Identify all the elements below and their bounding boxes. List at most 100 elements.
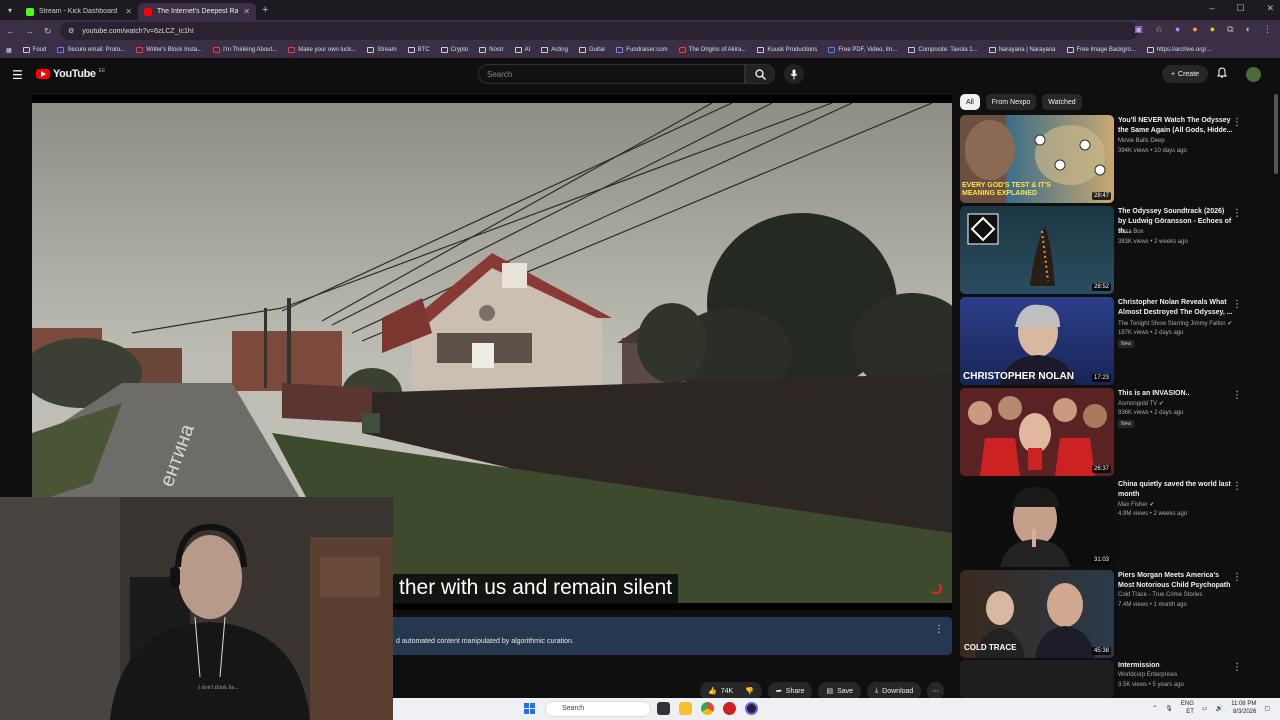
more-options-icon[interactable]: ⋮ [1232, 572, 1242, 583]
clock[interactable]: 11:08 PM 8/3/2026 [1231, 700, 1256, 716]
bookmark-item[interactable]: I'm Thinking About... [213, 47, 277, 53]
extension-icon[interactable]: ● [1192, 24, 1197, 35]
channel-name[interactable]: Worldcorp Enterprises [1118, 672, 1177, 678]
video-title[interactable]: Intermission [1118, 661, 1233, 671]
video-thumbnail[interactable]: EVERY GOD'S TEST & IT'S MEANING EXPLAINE… [960, 115, 1114, 203]
channel-name[interactable]: Movie Balls Deep [1118, 138, 1165, 144]
video-title[interactable]: This is an INVASION.. [1118, 389, 1233, 399]
bookmark-item[interactable]: Secure email: Proto... [57, 47, 125, 53]
thumbs-down-icon[interactable]: 👎 [745, 687, 754, 695]
video-thumbnail[interactable]: 31:03 [960, 479, 1114, 567]
video-title[interactable]: Piers Morgan Meets America's Most Notori… [1118, 571, 1233, 591]
tab-youtube-video[interactable]: The Internet's Deepest Rab... ✕ [138, 3, 256, 20]
chip-watched[interactable]: Watched [1042, 94, 1082, 110]
address-bar[interactable]: ⚙ youtube.com/watch?v=6zLCZ_Ic1hI [60, 22, 1138, 40]
taskbar-search[interactable]: Search [545, 701, 651, 717]
more-options-icon[interactable]: ⋮ [1232, 481, 1242, 492]
tray-overflow-icon[interactable]: ⌃ [1152, 705, 1157, 712]
close-tab-icon[interactable]: ✕ [125, 7, 132, 16]
recommendation-item[interactable]: COLD TRACE 45:38 Piers Morgan Meets Amer… [960, 570, 1270, 658]
browser-menu-icon[interactable]: ⋮ [1263, 24, 1272, 35]
network-icon[interactable]: ▭ [1202, 705, 1208, 712]
recommendation-item[interactable]: 31:03 China quietly saved the world last… [960, 479, 1270, 567]
file-explorer-icon[interactable] [679, 702, 692, 715]
bookmark-item[interactable]: Writer's Block Insta... [136, 47, 202, 53]
back-icon[interactable]: ← [6, 26, 15, 36]
cast-icon[interactable]: ▣ [1134, 24, 1143, 35]
windows-start-icon[interactable] [524, 703, 535, 714]
menu-icon[interactable]: ☰ [12, 68, 23, 82]
bookmark-item[interactable]: Nostr [479, 47, 504, 53]
video-title[interactable]: You'll NEVER Watch The Odyssey the Same … [1118, 116, 1233, 136]
extensions-puzzle-icon[interactable]: ⧉ [1227, 24, 1233, 35]
obs-icon[interactable] [745, 702, 758, 715]
notifications-bell-icon[interactable] [1216, 67, 1228, 81]
channel-name[interactable]: Kaka Box [1118, 229, 1144, 235]
task-view-icon[interactable] [657, 702, 670, 715]
bookmark-item[interactable]: AI [514, 47, 530, 53]
video-title[interactable]: China quietly saved the world last month [1118, 480, 1233, 500]
extension-icon[interactable]: ● [1210, 24, 1215, 35]
thumbs-up-icon[interactable]: 👍 [708, 687, 717, 695]
recommendation-item[interactable]: 26:37 This is an INVASION.. Asmongold TV… [960, 388, 1270, 476]
more-options-icon[interactable]: ⋮ [1232, 208, 1242, 219]
volume-icon[interactable]: 🔊 [1216, 705, 1223, 712]
bookmark-item[interactable]: Free PDF, Video, Im... [828, 47, 897, 53]
channel-name[interactable]: The Tonight Show Starring Jimmy Fallon ✔ [1118, 320, 1232, 327]
video-thumbnail[interactable]: 28:52 [960, 206, 1114, 294]
bookmark-item[interactable]: Narayana | Narayana [988, 47, 1056, 53]
maximize-icon[interactable]: ☐ [1236, 3, 1244, 14]
search-input[interactable]: Search [478, 64, 745, 84]
new-tab-button[interactable]: + [262, 4, 268, 16]
video-thumbnail[interactable]: COLD TRACE 45:38 [960, 570, 1114, 658]
bookmark-item[interactable]: https://archive.org/... [1146, 47, 1211, 53]
search-button[interactable] [745, 64, 775, 84]
chip-from-channel[interactable]: From Nexpo [985, 94, 1037, 110]
notifications-icon[interactable]: ▢ [1264, 705, 1270, 712]
create-button[interactable]: + Create [1162, 65, 1208, 83]
close-tab-icon[interactable]: ✕ [243, 7, 250, 16]
bookmark-item[interactable]: Crypto [440, 47, 468, 53]
recommendation-item[interactable]: Intermission Worldcorp Enterprises 3.5K … [960, 660, 1270, 698]
channel-name[interactable]: Max Fisher ✔ [1118, 501, 1154, 508]
bookmark-item[interactable]: Kuusk Productions [757, 47, 817, 53]
extension-icon[interactable]: ● [1175, 24, 1180, 35]
video-thumbnail[interactable]: 26:37 [960, 388, 1114, 476]
more-options-icon[interactable]: ⋮ [934, 624, 944, 635]
bookmark-item[interactable]: Guitar [578, 47, 605, 53]
close-window-icon[interactable]: ✕ [1266, 3, 1274, 14]
chip-all[interactable]: All [960, 94, 980, 110]
site-info-icon[interactable]: ⚙ [68, 27, 74, 35]
youtube-logo[interactable]: YouTube EE [36, 68, 105, 80]
tab-list-button[interactable]: ▾ [0, 0, 20, 20]
bookmark-item[interactable]: Fundraiser.com [616, 47, 668, 53]
bookmark-item[interactable]: Acting [541, 47, 568, 53]
chrome-icon[interactable] [701, 702, 714, 715]
more-options-icon[interactable]: ⋮ [1232, 662, 1242, 673]
forward-icon[interactable]: → [25, 26, 34, 36]
recommendation-item[interactable]: 28:52 The Odyssey Soundtrack (2026) by L… [960, 206, 1270, 294]
video-thumbnail[interactable] [960, 660, 1114, 698]
bookmark-item[interactable]: The Origins of Akira... [678, 47, 746, 53]
voice-search-button[interactable] [784, 64, 804, 84]
channel-name[interactable]: Cold Trace - True Crime Stories [1118, 592, 1202, 598]
account-avatar[interactable] [1246, 67, 1261, 82]
bookmark-item[interactable]: Free Image Backgro... [1066, 47, 1136, 53]
bookmark-item[interactable]: Make your own luck... [288, 47, 356, 53]
channel-name[interactable]: Asmongold TV ✔ [1118, 400, 1164, 407]
more-options-icon[interactable]: ⋮ [1232, 299, 1242, 310]
more-options-icon[interactable]: ⋮ [1232, 390, 1242, 401]
reload-icon[interactable]: ↻ [44, 26, 52, 37]
bookmark-item[interactable]: Food [22, 47, 46, 53]
apps-icon[interactable]: ▦ [6, 47, 12, 54]
bookmark-item[interactable]: Stream [367, 47, 397, 53]
language-indicator[interactable]: ENG ET [1181, 700, 1194, 716]
profile-icon[interactable]: ◐ [1246, 24, 1251, 35]
bookmark-item[interactable]: BTC [407, 47, 430, 53]
app-icon[interactable] [723, 702, 736, 715]
microphone-tray-icon[interactable]: 🎙 [1165, 705, 1173, 712]
bookmark-item[interactable]: Composite: Tavola 1... [908, 47, 978, 53]
bookmark-star-icon[interactable]: ☆ [1155, 24, 1163, 35]
video-thumbnail[interactable]: CHRISTOPHER NOLAN 17:23 [960, 297, 1114, 385]
recommendation-item[interactable]: CHRISTOPHER NOLAN 17:23 Christopher Nola… [960, 297, 1270, 385]
